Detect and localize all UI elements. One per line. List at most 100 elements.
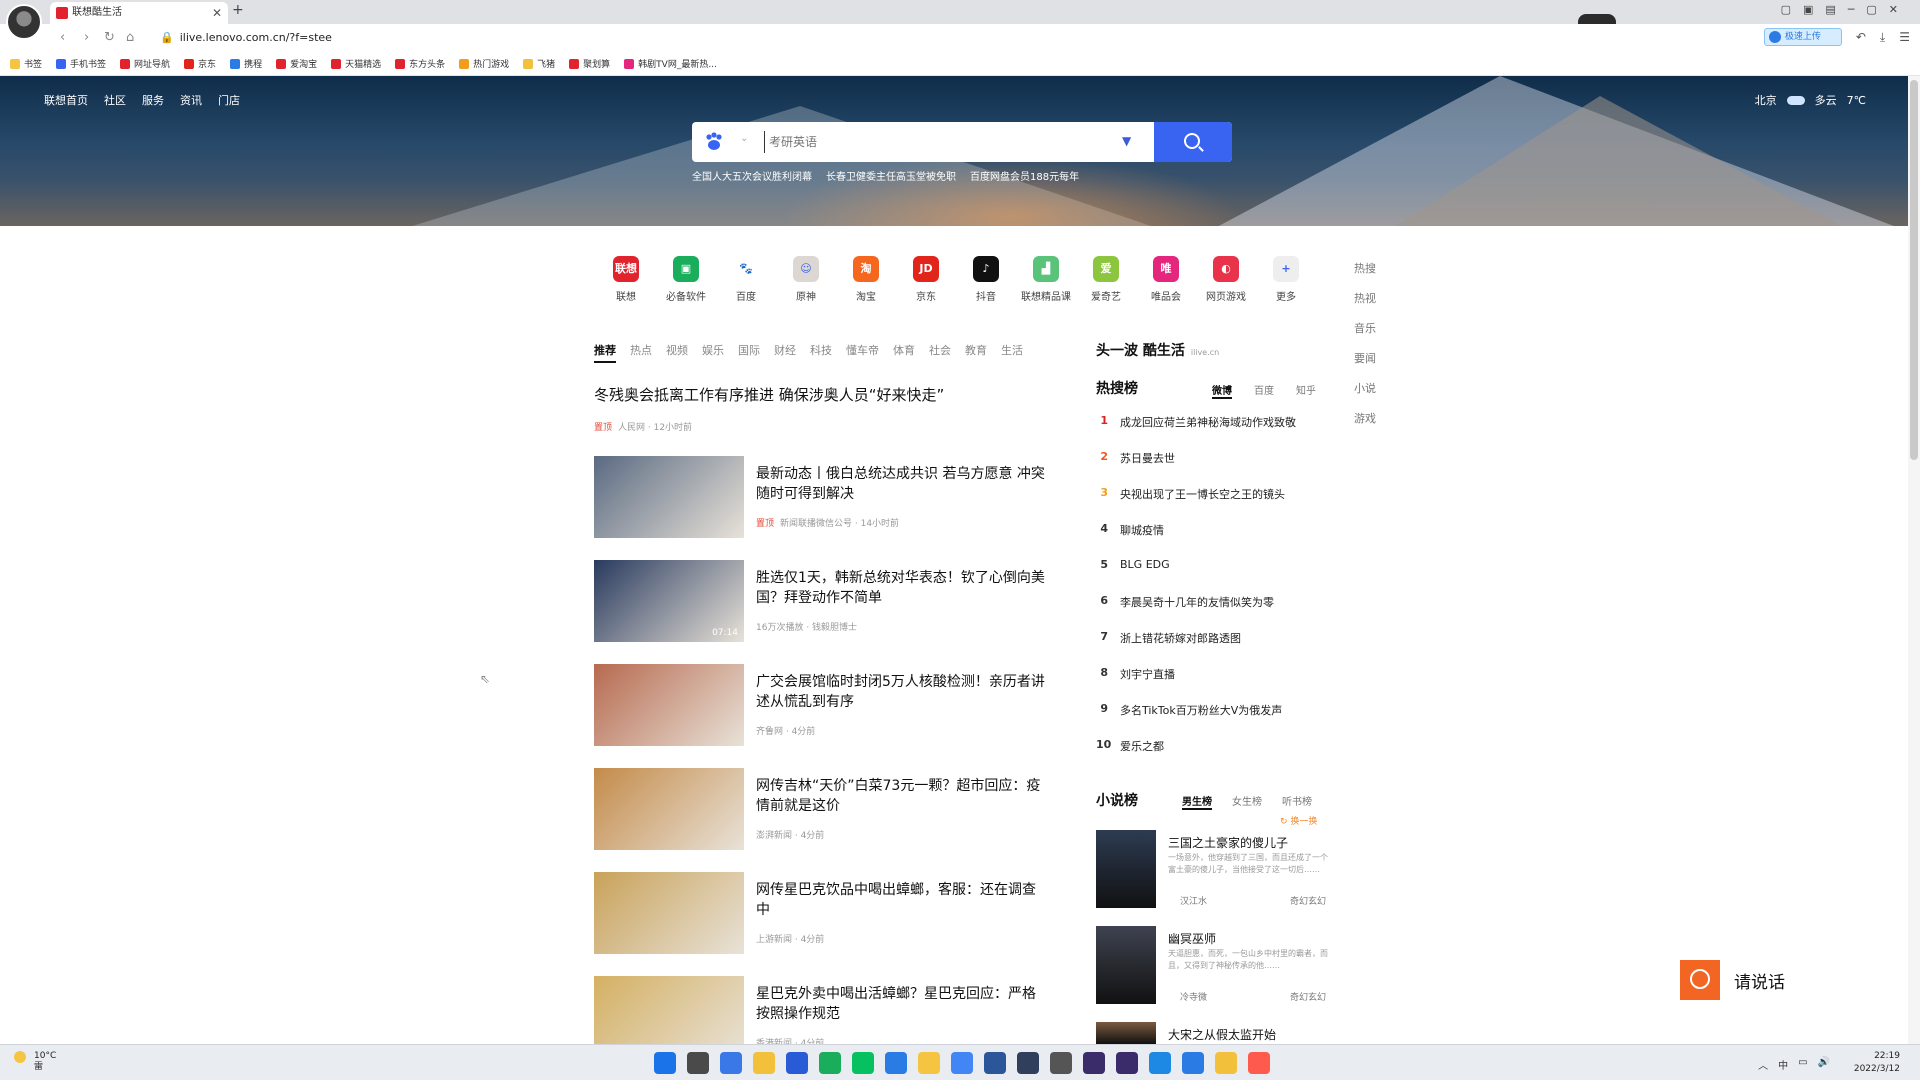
premiere-icon[interactable] [1116, 1052, 1138, 1074]
novel-cover[interactable] [1096, 926, 1156, 1004]
lenovo-app-icon[interactable] [786, 1052, 808, 1074]
novel-item[interactable]: 三国之土豪家的傻儿子 一场意外，他穿越到了三国，而且还成了一个富土豪的傻儿子，当他… [1096, 830, 1336, 910]
volume-icon[interactable]: 🔊 [1818, 1057, 1830, 1072]
news-item[interactable]: 07:14 胜选仅1天，韩新总统对华表态！钦了心倒向美国？拜登动作不简单 16万次播… [594, 560, 1046, 644]
search-button[interactable] [1154, 122, 1232, 162]
novel-tab[interactable]: 女生榜 [1232, 793, 1262, 810]
forward-icon[interactable]: › [84, 30, 89, 45]
wechat-icon[interactable] [852, 1052, 874, 1074]
bookmark-item[interactable]: 聚划算 [569, 57, 610, 70]
search-input[interactable] [764, 131, 1094, 153]
bookmark-item[interactable]: 东方头条 [395, 57, 445, 70]
weather-widget[interactable]: 北京 多云 7℃ [1755, 92, 1866, 108]
voice-search-widget[interactable]: 请说话 [1680, 960, 1785, 1000]
feed-tab[interactable]: 懂车帝 [846, 342, 879, 363]
novel-title[interactable]: 幽冥巫师 [1168, 930, 1216, 947]
hot-search-row[interactable]: 10 爱乐之都 [1096, 738, 1336, 774]
feed-tab[interactable]: 体育 [893, 342, 915, 363]
bookmark-item[interactable]: 爱淘宝 [276, 57, 317, 70]
top-nav-link[interactable]: 社区 [104, 92, 126, 108]
photoshop-icon[interactable] [1017, 1052, 1039, 1074]
shortcut-app-store[interactable]: ▣ 必备软件 [656, 256, 716, 303]
hot-word-link[interactable]: 百度网盘会员188元每年 [970, 168, 1079, 183]
hot-search-row[interactable]: 8 刘宇宁直播 [1096, 666, 1336, 702]
feed-tab[interactable]: 热点 [630, 342, 652, 363]
hot-search-row[interactable]: 5 BLG EDG [1096, 558, 1336, 594]
baidu-paw-icon[interactable] [702, 130, 726, 154]
feed-tab[interactable]: 推荐 [594, 342, 616, 363]
search-taskbar-icon[interactable] [687, 1052, 709, 1074]
hot-search-tab[interactable]: 知乎 [1296, 382, 1316, 399]
side-category-item[interactable]: 热搜 [1354, 254, 1376, 284]
news-thumbnail[interactable] [594, 872, 744, 954]
side-category-item[interactable]: 要闻 [1354, 344, 1376, 374]
shortcut-genshin[interactable]: ☺ 原神 [776, 256, 836, 303]
shortcut-baidu[interactable]: 🐾 百度 [716, 256, 776, 303]
download-icon[interactable]: ⤓ [1880, 30, 1885, 45]
hot-search-row[interactable]: 1 成龙回应荷兰弟神秘海域动作戏致敬 [1096, 414, 1336, 450]
hot-search-row[interactable]: 2 苏日曼去世 [1096, 450, 1336, 486]
news-title[interactable]: 胜选仅1天，韩新总统对华表态！钦了心倒向美国？拜登动作不简单 [756, 568, 1046, 608]
hot-search-row[interactable]: 9 多名TikTok百万粉丝大V为俄发声 [1096, 702, 1336, 738]
shortcut-webgame[interactable]: ◐ 网页游戏 [1196, 256, 1256, 303]
scrollbar-thumb[interactable] [1910, 80, 1918, 460]
bookmark-item[interactable]: 天猫精选 [331, 57, 381, 70]
home-icon[interactable]: ⌂ [126, 30, 134, 45]
top-nav-link[interactable]: 联想首页 [44, 92, 88, 108]
shortcut-jd[interactable]: JD 京东 [896, 256, 956, 303]
bookmark-item[interactable]: 网址导航 [120, 57, 170, 70]
shortcut-vip[interactable]: 唯唯品会 [1136, 256, 1196, 303]
hot-search-tab[interactable]: 百度 [1254, 382, 1274, 399]
shortcut-more[interactable]: + 更多 [1256, 256, 1316, 303]
wechat-work-icon[interactable] [819, 1052, 841, 1074]
news-item[interactable]: 最新动态丨俄白总统达成共识 若乌方愿意 冲突随时可得到解决 置顶 新闻联播微信公号 … [594, 456, 1045, 540]
widgets-icon[interactable] [720, 1052, 742, 1074]
novel-tab[interactable]: 听书榜 [1282, 793, 1312, 810]
undo-icon[interactable]: ↶ [1856, 30, 1866, 44]
news-title[interactable]: 网传吉林“天价”白菜73元一颗？超市回应：疫情前就是这价 [756, 776, 1046, 816]
window-controls[interactable]: ▢▣▤─▢✕ [1781, 3, 1910, 16]
top-nav-link[interactable]: 服务 [142, 92, 164, 108]
novel-title[interactable]: 大宋之从假太监开始 [1168, 1026, 1276, 1043]
news-title[interactable]: 星巴克外卖中喝出活蟑螂？星巴克回应：严格按照操作规范 [756, 984, 1046, 1024]
close-tab-icon[interactable]: ✕ [212, 2, 222, 24]
shortcut-course[interactable]: ▟ 联想精品课 [1016, 256, 1076, 303]
hot-search-row[interactable]: 4 聊城疫情 [1096, 522, 1336, 558]
top-nav-link[interactable]: 门店 [218, 92, 240, 108]
url-field[interactable]: 🔒 ilive.lenovo.com.cn/?f=stee [160, 31, 332, 44]
reload-icon[interactable]: ↻ [104, 30, 115, 45]
side-category-item[interactable]: 音乐 [1354, 314, 1376, 344]
bookmark-item[interactable]: 飞猪 [523, 57, 555, 70]
feed-tab[interactable]: 生活 [1001, 342, 1023, 363]
shortcut-douyin[interactable]: ♪ 抖音 [956, 256, 1016, 303]
tray-chevron-icon[interactable]: ︿ [1758, 1057, 1768, 1072]
start-icon[interactable] [654, 1052, 676, 1074]
lead-headline[interactable]: 冬残奥会抵离工作有序推进 确保涉奥人员“好来快走” [594, 384, 944, 405]
bookmark-item[interactable]: 书签 [10, 57, 42, 70]
news-item[interactable]: 网传吉林“天价”白菜73元一颗？超市回应：疫情前就是这价 澎湃新闻 · 4分前 [594, 768, 1044, 852]
user-avatar[interactable] [6, 4, 42, 40]
refresh-link[interactable]: ↻ 换一换 [1280, 814, 1317, 827]
bookmark-item[interactable]: 热门游戏 [459, 57, 509, 70]
hot-search-row[interactable]: 7 浙上错花轿嫁对郎路透图 [1096, 630, 1336, 666]
chrome-icon[interactable] [918, 1052, 940, 1074]
novel-cover[interactable] [1096, 830, 1156, 908]
taskbar-weather[interactable]: 10°C 雷 [14, 1051, 56, 1073]
word-icon[interactable] [984, 1052, 1006, 1074]
news-item[interactable]: 网传星巴克饮品中喝出蟑螂，客服：还在调查中 上游新闻 · 4分前 [594, 872, 1044, 956]
bookmark-item[interactable]: 携程 [230, 57, 262, 70]
browser-icon[interactable] [885, 1052, 907, 1074]
feed-tab[interactable]: 财经 [774, 342, 796, 363]
feed-tab[interactable]: 教育 [965, 342, 987, 363]
back-icon[interactable]: ‹ [60, 30, 65, 45]
hot-search-row[interactable]: 3 央视出现了王一博长空之王的镜头 [1096, 486, 1336, 522]
news-item[interactable]: 广交会展馆临时封闭5万人核酸检测！亲历者讲述从慌乱到有序 齐鲁网 · 4分前 [594, 664, 1045, 748]
feed-tab[interactable]: 娱乐 [702, 342, 724, 363]
news-thumbnail[interactable] [594, 456, 744, 538]
feed-tab[interactable]: 视频 [666, 342, 688, 363]
ime-indicator[interactable]: 中 [1778, 1057, 1788, 1072]
notes-icon[interactable] [1215, 1052, 1237, 1074]
baidu-upload-button[interactable]: 极速上传 [1763, 28, 1842, 46]
hot-word-link[interactable]: 长春卫健委主任高玉堂被免职 [826, 168, 956, 183]
news-thumbnail[interactable] [594, 768, 744, 850]
